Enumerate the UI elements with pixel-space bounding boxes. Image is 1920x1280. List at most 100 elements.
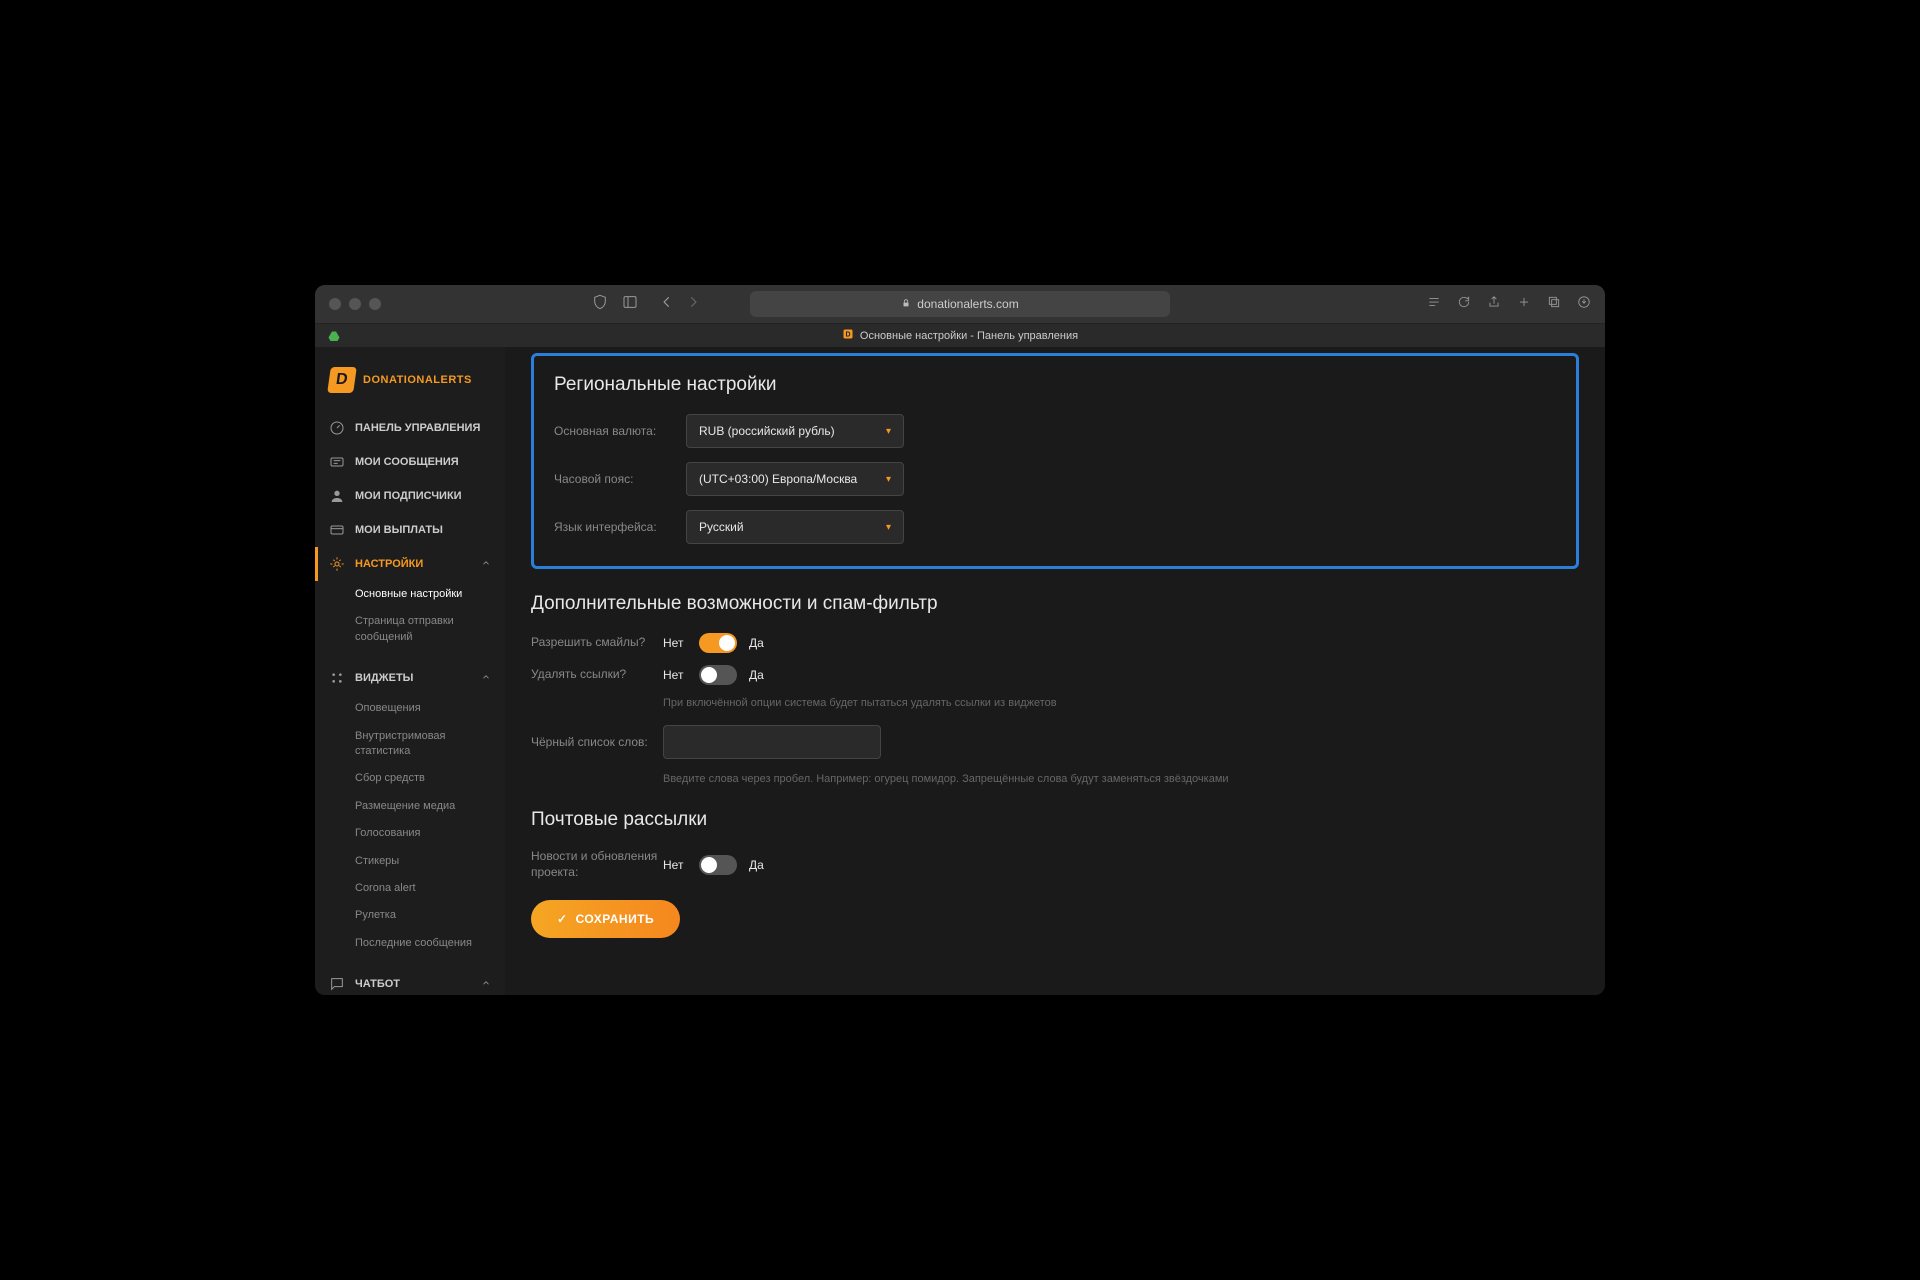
links-toggle[interactable] — [699, 665, 737, 685]
tab-title[interactable]: Основные настройки - Панель управления — [860, 330, 1078, 342]
language-select[interactable]: Русский ▾ — [686, 510, 904, 544]
close-window[interactable] — [329, 298, 341, 310]
shield-icon[interactable] — [592, 294, 608, 315]
drive-favicon[interactable] — [327, 329, 341, 343]
toggle-yes-text: Да — [749, 668, 773, 682]
back-button[interactable] — [660, 295, 674, 314]
sub-item-stickers[interactable]: Стикеры — [315, 848, 505, 875]
sidebar-item-settings[interactable]: НАСТРОЙКИ — [315, 547, 505, 581]
user-icon — [329, 488, 345, 504]
maximize-window[interactable] — [369, 298, 381, 310]
news-label: Новости и обновления проекта: — [531, 849, 663, 880]
sidebar-item-label: МОИ ВЫПЛАТЫ — [355, 524, 443, 536]
chevron-down-icon: ▾ — [886, 522, 891, 533]
currency-value: RUB (российский рубль) — [699, 424, 835, 438]
timezone-select[interactable]: (UTC+03:00) Европа/Москва ▾ — [686, 462, 904, 496]
message-icon — [329, 454, 345, 470]
address-bar[interactable]: donationalerts.com — [750, 291, 1170, 317]
smiles-toggle[interactable] — [699, 633, 737, 653]
sub-item-recent[interactable]: Последние сообщения — [315, 930, 505, 957]
mailing-title: Почтовые рассылки — [531, 809, 1579, 831]
extras-section: Дополнительные возможности и спам-фильтр… — [531, 593, 1579, 785]
main-content: Региональные настройки Основная валюта: … — [505, 347, 1605, 995]
chevron-up-icon — [481, 558, 491, 571]
tab-favicon: D — [842, 328, 854, 343]
logo-badge-icon: D — [327, 367, 357, 393]
reload-icon[interactable] — [1457, 295, 1471, 314]
sidebar-item-label: ЧАТБОТ — [355, 978, 400, 990]
sidebar-item-widgets[interactable]: ВИДЖЕТЫ — [315, 661, 505, 695]
blacklist-input[interactable] — [663, 725, 881, 759]
new-tab-icon[interactable] — [1517, 295, 1531, 314]
sidebar: D DONATIONALERTS ПАНЕЛЬ УПРАВЛЕНИЯ МОИ С… — [315, 347, 505, 995]
smiles-label: Разрешить смайлы? — [531, 635, 663, 651]
news-toggle[interactable] — [699, 855, 737, 875]
language-label: Язык интерфейса: — [554, 520, 686, 534]
sub-item-polls[interactable]: Голосования — [315, 820, 505, 847]
sidebar-item-chatbot[interactable]: ЧАТБОТ — [315, 967, 505, 995]
toggle-no-text: Нет — [663, 668, 687, 682]
regional-title: Региональные настройки — [554, 374, 1556, 396]
chat-icon — [329, 976, 345, 992]
grid-icon — [329, 670, 345, 686]
blacklist-hint: Введите слова через пробел. Например: ог… — [663, 773, 1579, 785]
extras-title: Дополнительные возможности и спам-фильтр — [531, 593, 1579, 615]
save-button[interactable]: ✓ СОХРАНИТЬ — [531, 900, 680, 938]
sub-item-media[interactable]: Размещение медиа — [315, 793, 505, 820]
downloads-icon[interactable] — [1577, 295, 1591, 314]
sub-item-alerts[interactable]: Оповещения — [315, 695, 505, 722]
timezone-label: Часовой пояс: — [554, 472, 686, 486]
chevron-down-icon: ▾ — [886, 426, 891, 437]
sidebar-item-label: МОИ ПОДПИСЧИКИ — [355, 490, 462, 502]
currency-select[interactable]: RUB (российский рубль) ▾ — [686, 414, 904, 448]
app-body: D DONATIONALERTS ПАНЕЛЬ УПРАВЛЕНИЯ МОИ С… — [315, 347, 1605, 995]
sub-item-roulette[interactable]: Рулетка — [315, 902, 505, 929]
sidebar-item-subscribers[interactable]: МОИ ПОДПИСЧИКИ — [315, 479, 505, 513]
url-text: donationalerts.com — [917, 297, 1018, 311]
sidebar-item-label: МОИ СООБЩЕНИЯ — [355, 456, 459, 468]
forward-button[interactable] — [686, 295, 700, 314]
sub-item-general-settings[interactable]: Основные настройки — [315, 581, 505, 608]
sub-item-fundraising[interactable]: Сбор средств — [315, 765, 505, 792]
window-controls — [329, 298, 381, 310]
save-label: СОХРАНИТЬ — [576, 912, 655, 926]
sub-item-stream-stats[interactable]: Внутристримовая статистика — [315, 723, 505, 766]
browser-tabbar: D Основные настройки - Панель управления — [315, 323, 1605, 347]
sidebar-toggle-icon[interactable] — [622, 294, 638, 315]
timezone-value: (UTC+03:00) Европа/Москва — [699, 472, 857, 486]
currency-label: Основная валюта: — [554, 424, 686, 438]
regional-settings-panel: Региональные настройки Основная валюта: … — [531, 353, 1579, 569]
minimize-window[interactable] — [349, 298, 361, 310]
gauge-icon — [329, 420, 345, 436]
toggle-no-text: Нет — [663, 636, 687, 650]
chevron-up-icon — [481, 672, 491, 685]
share-icon[interactable] — [1487, 295, 1501, 314]
gear-icon — [329, 556, 345, 572]
sidebar-item-messages[interactable]: МОИ СООБЩЕНИЯ — [315, 445, 505, 479]
browser-window: donationalerts.com D Основные настройки … — [315, 285, 1605, 995]
svg-text:D: D — [845, 332, 850, 339]
sidebar-item-dashboard[interactable]: ПАНЕЛЬ УПРАВЛЕНИЯ — [315, 411, 505, 445]
card-icon — [329, 522, 345, 538]
sidebar-item-payouts[interactable]: МОИ ВЫПЛАТЫ — [315, 513, 505, 547]
language-value: Русский — [699, 520, 744, 534]
check-icon: ✓ — [557, 912, 568, 926]
toggle-yes-text: Да — [749, 858, 773, 872]
lock-icon — [901, 297, 911, 311]
browser-titlebar: donationalerts.com — [315, 285, 1605, 323]
logo-text: DONATIONALERTS — [363, 374, 472, 386]
toggle-no-text: Нет — [663, 858, 687, 872]
sub-item-donation-page[interactable]: Страница отправки сообщений — [315, 608, 505, 651]
app-logo[interactable]: D DONATIONALERTS — [315, 357, 505, 411]
sidebar-item-label: ПАНЕЛЬ УПРАВЛЕНИЯ — [355, 422, 480, 434]
tabs-icon[interactable] — [1547, 295, 1561, 314]
sidebar-item-label: НАСТРОЙКИ — [355, 558, 423, 570]
links-label: Удалять ссылки? — [531, 667, 663, 683]
blacklist-label: Чёрный список слов: — [531, 735, 663, 749]
reader-icon[interactable] — [1427, 295, 1441, 314]
toggle-yes-text: Да — [749, 636, 773, 650]
chevron-down-icon: ▾ — [886, 474, 891, 485]
chevron-up-icon — [481, 978, 491, 991]
links-hint: При включённой опции система будет пытат… — [663, 697, 1579, 709]
sub-item-corona[interactable]: Corona alert — [315, 875, 505, 902]
